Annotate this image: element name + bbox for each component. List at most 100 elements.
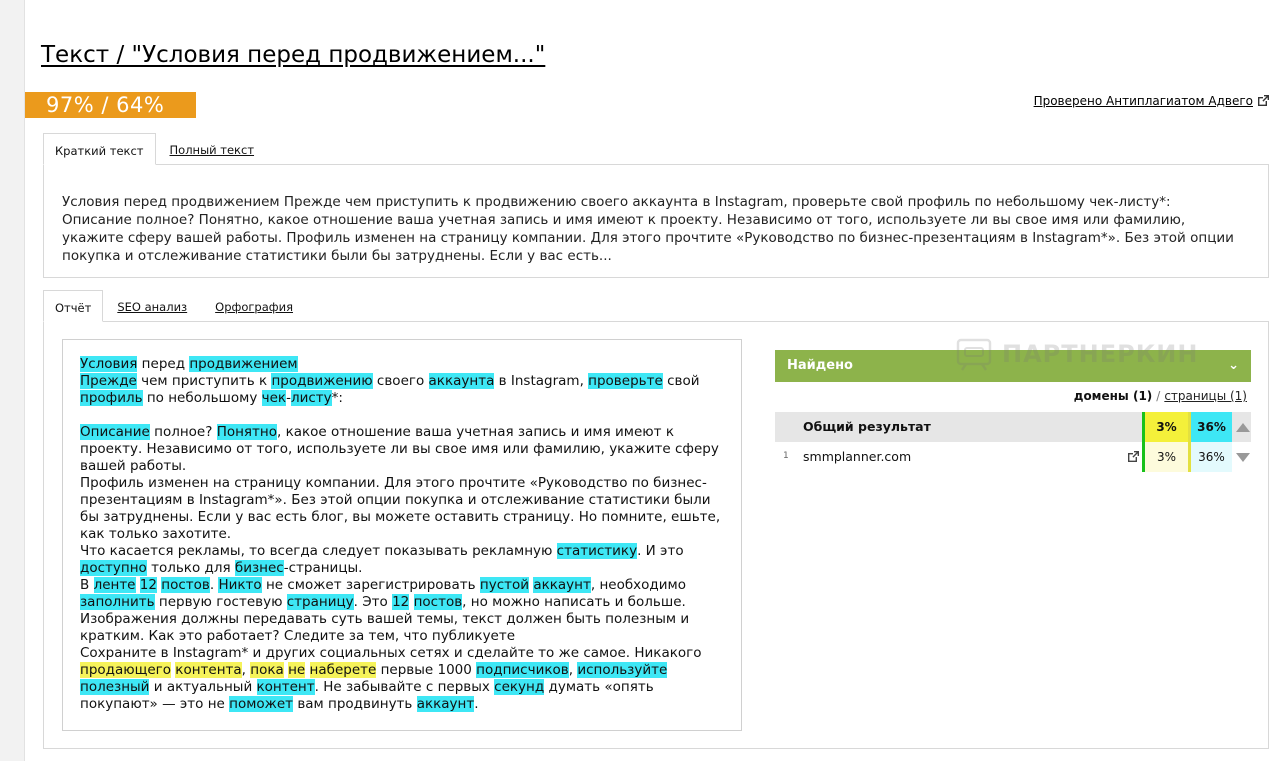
- matched-word-cyan: Условия: [80, 356, 138, 372]
- tab-spelling[interactable]: Орфография: [201, 290, 307, 322]
- report-text-segment: чем приступить к: [136, 373, 272, 389]
- page-title[interactable]: Текст / "Условия перед продвижением...": [41, 42, 545, 68]
- external-link-icon: [1258, 95, 1269, 106]
- summary-panel: Условия перед продвижением Прежде чем пр…: [43, 164, 1269, 278]
- matched-word-cyan: пустой: [479, 577, 530, 593]
- tab-full-text[interactable]: Полный текст: [156, 133, 269, 165]
- report-paragraph: Сохраните в Instagram* и других социальн…: [80, 645, 730, 713]
- report-text-segment: и актуальный: [149, 679, 257, 695]
- report-text-segment: Сохраните в Instagram* и других социальн…: [80, 645, 702, 661]
- matched-word-cyan: постов: [161, 577, 210, 593]
- report-text-segment: перед: [137, 356, 190, 372]
- matched-word-cyan: продвижению: [271, 373, 373, 389]
- report-text-segment: . Это: [353, 594, 393, 610]
- report-text: Условия перед продвижением Прежде чем при…: [80, 356, 730, 713]
- tab-short-text-label: Краткий текст: [55, 144, 144, 158]
- matched-word-cyan: ленте: [93, 577, 136, 593]
- report-paragraph: Условия перед продвижением: [80, 356, 730, 373]
- domains-count-label[interactable]: домены (1): [1074, 389, 1153, 403]
- tab-seo-analysis-label: SEO анализ: [117, 300, 188, 314]
- matched-word-cyan: секунд: [494, 679, 545, 695]
- report-text-segment: . И это: [637, 543, 684, 559]
- matched-word-cyan: 12: [392, 594, 410, 610]
- report-text-segment: В: [80, 577, 94, 593]
- report-panel: Условия перед продвижением Прежде чем при…: [43, 321, 1269, 749]
- tab-report[interactable]: Отчёт: [43, 290, 104, 322]
- report-text-segment: ,: [241, 662, 251, 678]
- uniqueness-score-badge: 97% / 64%: [25, 92, 196, 118]
- report-text-box: Условия перед продвижением Прежде чем при…: [62, 339, 742, 731]
- matched-word-yellow: продающего: [80, 662, 171, 678]
- report-text-segment: своего: [372, 373, 429, 389]
- report-text-segment: не сможет зарегистрировать: [261, 577, 480, 593]
- total-result-col2: 36%: [1188, 412, 1232, 442]
- report-text-segment: вам продвинуть: [293, 696, 417, 712]
- advego-antiplagiat-link[interactable]: Проверено Антиплагиатом Адвего: [1034, 94, 1270, 108]
- report-text-segment: *:: [331, 390, 343, 406]
- watermark-text: ПАРТНЕРКИН: [1002, 340, 1199, 368]
- partnerkin-watermark: ПАРТНЕРКИН: [956, 334, 1216, 374]
- tab-full-text-label: Полный текст: [169, 143, 255, 157]
- matched-word-yellow: наберете: [309, 662, 377, 678]
- found-title: Найдено: [787, 358, 853, 373]
- summary-text: Условия перед продвижением Прежде чем пр…: [62, 194, 1234, 264]
- matched-word-cyan: аккаунта: [428, 373, 495, 389]
- chevron-down-icon[interactable]: ⌄: [1228, 350, 1239, 382]
- sort-up-icon[interactable]: [1236, 423, 1250, 432]
- report-text-segment: , необходимо: [590, 577, 686, 593]
- matched-word-cyan: чек: [261, 390, 287, 406]
- matched-word-cyan: продвижением: [189, 356, 298, 372]
- row-col2: 36%: [1188, 442, 1232, 472]
- matched-word-cyan: профиль: [80, 390, 143, 406]
- tab-spelling-label: Орфография: [215, 300, 293, 314]
- tab-short-text[interactable]: Краткий текст: [43, 133, 156, 165]
- tab-seo-analysis[interactable]: SEO анализ: [103, 290, 201, 322]
- report-text-segment: в Instagram,: [494, 373, 589, 389]
- tab-report-label: Отчёт: [55, 301, 92, 315]
- report-text-segment: по небольшому: [142, 390, 262, 406]
- report-paragraph: Прежде чем приступить к продвижению свое…: [80, 373, 730, 407]
- matched-word-cyan: Понятно: [216, 424, 277, 440]
- total-result-label: Общий результат: [803, 419, 931, 434]
- report-paragraph: Описание полное? Понятно, какое отношени…: [80, 424, 730, 475]
- report-paragraph: В ленте 12 постов. Никто не сможет зарег…: [80, 577, 730, 645]
- text-tabs: Краткий текст Полный текст: [43, 132, 268, 165]
- matched-word-cyan: подписчиков: [476, 662, 569, 678]
- row-col1: 3%: [1142, 442, 1188, 472]
- row-index: 1: [783, 451, 789, 461]
- matched-word-cyan: используйте: [577, 662, 668, 678]
- advego-link-label: Проверено Антиплагиатом Адвего: [1033, 94, 1253, 108]
- report-text-segment: [80, 407, 84, 423]
- main-page: Текст / "Условия перед продвижением..." …: [24, 0, 1277, 761]
- filter-separator: /: [1156, 389, 1161, 403]
- report-text-segment: свой: [662, 373, 700, 389]
- matched-word-cyan: Прежде: [80, 373, 137, 389]
- matched-word-cyan: страницу: [286, 594, 354, 610]
- matched-word-cyan: 12: [139, 577, 157, 593]
- watermark-logo-icon: [956, 338, 992, 371]
- external-link-icon[interactable]: [1127, 450, 1140, 463]
- report-tabs: Отчёт SEO анализ Орфография: [43, 289, 307, 322]
- matched-word-cyan: контент: [256, 679, 315, 695]
- matched-word-cyan: статистику: [556, 543, 638, 559]
- matched-word-yellow: не: [288, 662, 306, 678]
- matched-word-cyan: аккаунт: [533, 577, 591, 593]
- sort-down-icon[interactable]: [1236, 453, 1250, 462]
- matched-word-cyan: листу: [290, 390, 332, 406]
- table-row[interactable]: 1 smmplanner.com 3% 36%: [775, 442, 1251, 472]
- matched-word-cyan: доступно: [80, 560, 147, 576]
- total-result-row: Общий результат 3% 36%: [775, 412, 1251, 442]
- results-table: Общий результат 3% 36% 1 smmplanner.com …: [775, 412, 1251, 472]
- report-text-segment: -страницы.: [283, 560, 363, 576]
- report-text-segment: . Не забывайте с первых: [314, 679, 495, 695]
- row-domain: smmplanner.com: [803, 449, 912, 464]
- found-filter-line: домены (1) / страницы (1): [775, 389, 1247, 403]
- matched-word-cyan: аккаунт: [416, 696, 475, 712]
- report-text-segment: .: [474, 696, 479, 712]
- matched-word-cyan: постов: [413, 594, 463, 610]
- report-text-segment: [409, 594, 413, 610]
- report-text-segment: [305, 662, 309, 678]
- report-paragraph: [80, 407, 730, 424]
- pages-count-link[interactable]: страницы (1): [1164, 389, 1247, 403]
- matched-word-cyan: Никто: [218, 577, 262, 593]
